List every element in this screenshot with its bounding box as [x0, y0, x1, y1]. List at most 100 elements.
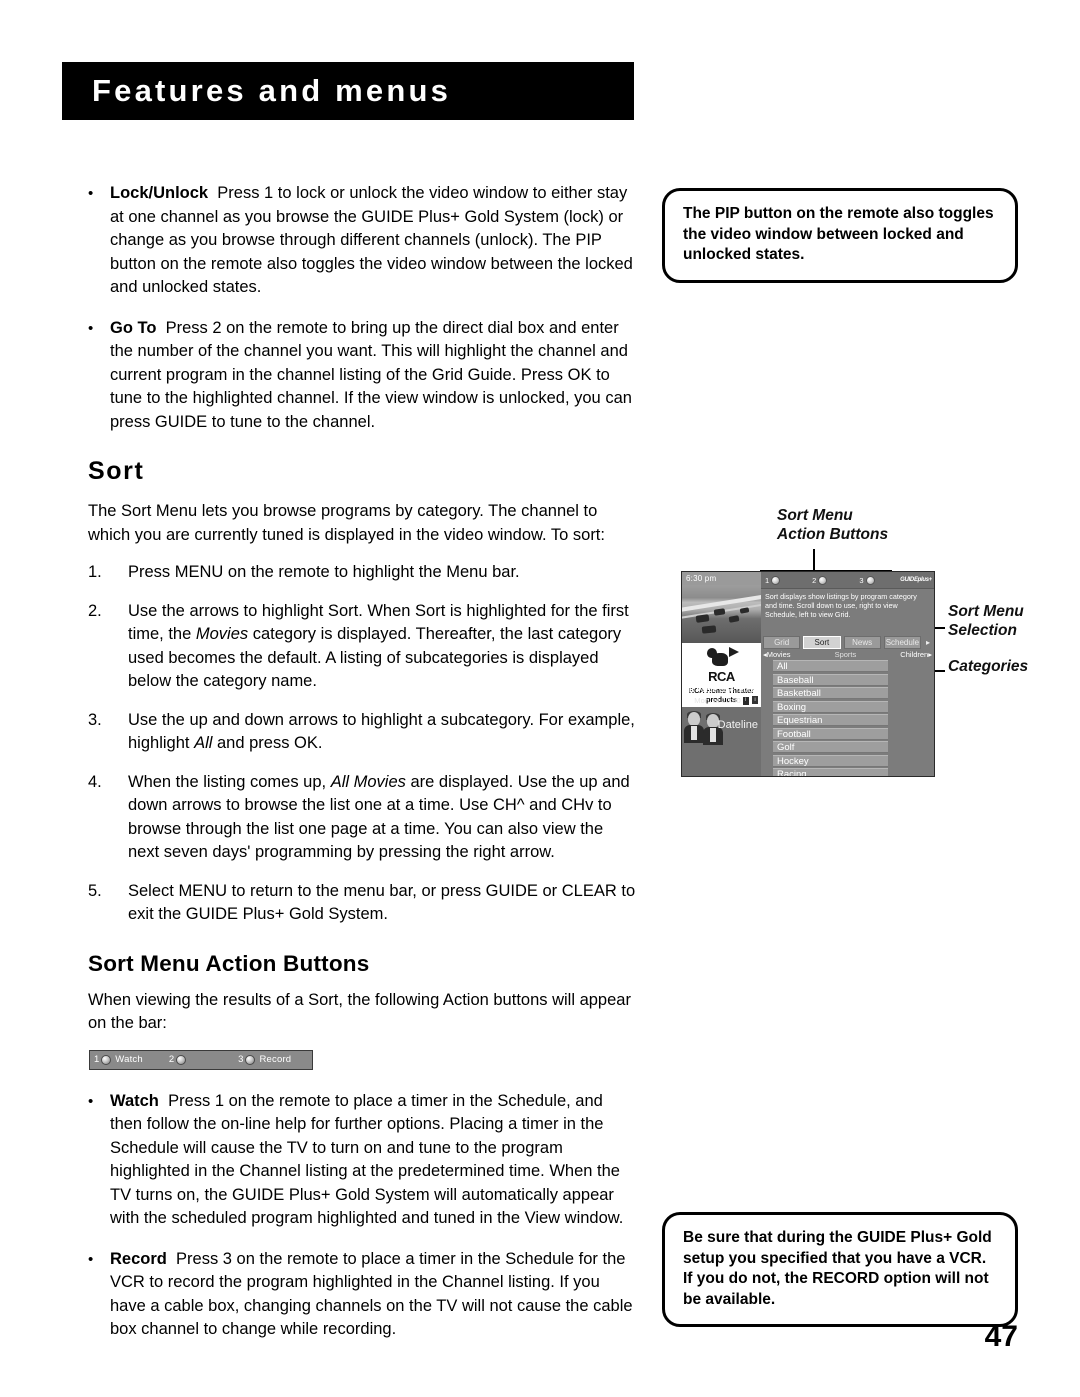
- promo-airtime-text: Mon. at 10:00: [694, 696, 741, 705]
- bullet-marker: •: [88, 185, 94, 202]
- chevron-right-icon[interactable]: ▸: [924, 638, 932, 647]
- tv-left-panel: 6:30 pm RCA RCA Home Theater products i: [682, 572, 761, 776]
- step-text-before: When the listing comes up,: [128, 772, 331, 791]
- info-badge-icon: i: [742, 697, 749, 705]
- step-emphasis: All Movies: [330, 772, 406, 791]
- main-content-column: • Lock/Unlock Press 1 to lock or unlock …: [88, 182, 636, 1359]
- motorcycle-icon: [728, 615, 740, 623]
- promo-headline: Air Force One retires: [683, 685, 760, 694]
- section-heading-action-buttons: Sort Menu Action Buttons: [88, 950, 370, 976]
- category-next-children[interactable]: Children▸: [900, 650, 932, 659]
- list-item[interactable]: Racing: [773, 768, 888, 776]
- list-item: 1. Press MENU on the remote to highlight…: [88, 561, 636, 585]
- tv-video-window: [682, 585, 761, 643]
- page-title: Features and menus: [92, 73, 452, 108]
- step-text: When the listing comes up, All Movies ar…: [128, 771, 636, 865]
- bullet-marker: •: [88, 319, 94, 337]
- list-item[interactable]: Basketball: [773, 687, 888, 699]
- callout-box-pip: The PIP button on the remote also toggle…: [662, 188, 1018, 283]
- tv-menu-bar: Grid Sort News Schedule ▸: [761, 635, 934, 649]
- action-button-number: 1: [94, 1054, 100, 1065]
- list-item[interactable]: Hockey: [773, 754, 888, 767]
- list-item: 3. Use the up and down arrows to highlig…: [88, 709, 636, 756]
- bullet-desc: Press 2 on the remote to bring up the di…: [110, 318, 632, 431]
- bullet-text: Go To Press 2 on the remote to bring up …: [110, 317, 636, 435]
- button-dot-icon: [101, 1054, 112, 1065]
- callout-box-vcr: Be sure that during the GUIDE Plus+ Gold…: [662, 1212, 1018, 1327]
- actions-intro-paragraph: When viewing the results of a Sort, the …: [88, 990, 631, 1033]
- button-dot-icon: [176, 1054, 187, 1065]
- list-item: • Watch Press 1 on the remote to place a…: [88, 1090, 636, 1231]
- action-button-number: 2: [168, 1054, 175, 1065]
- list-item: 5. Select MENU to return to the menu bar…: [88, 880, 636, 927]
- tv-clock: 6:30 pm: [682, 572, 761, 585]
- tv-action-button-1[interactable]: 1: [765, 575, 781, 585]
- person-silhouette-icon: [684, 711, 704, 743]
- bullet-list-bottom: • Watch Press 1 on the remote to place a…: [88, 1090, 636, 1342]
- step-text: Select MENU to return to the menu bar, o…: [128, 881, 636, 924]
- step-emphasis: Movies: [195, 625, 249, 643]
- action-button-watch: 1 Watch: [90, 1054, 143, 1065]
- tab-sort[interactable]: Sort: [803, 635, 841, 649]
- category-current-sports[interactable]: Sports: [835, 650, 857, 659]
- page-number: 47: [984, 1320, 1018, 1353]
- list-item[interactable]: Golf: [773, 741, 888, 753]
- action-button-number: 3: [238, 1054, 244, 1065]
- list-item[interactable]: Equestrian: [773, 714, 888, 726]
- callout-text: Be sure that during the GUIDE Plus+ Gold…: [683, 1229, 992, 1308]
- list-item[interactable]: Baseball: [773, 673, 888, 686]
- guide-plus-logo: GUIDEplus+: [900, 577, 932, 583]
- list-item: • Lock/Unlock Press 1 to lock or unlock …: [88, 182, 636, 300]
- action-button-record: 3 Record: [234, 1054, 291, 1065]
- category-prev-movies[interactable]: ◂Movies: [763, 650, 791, 659]
- action-button-bar-figure: 1 Watch 2 3 Record: [89, 1049, 313, 1070]
- action-button-label: Record: [259, 1054, 292, 1065]
- bullet-term: Watch: [110, 1091, 159, 1110]
- step-number: 4.: [88, 772, 102, 791]
- promo-title: Dateline: [717, 719, 758, 731]
- page-header-banner: Features and menus: [62, 62, 634, 120]
- step-number: 1.: [88, 563, 102, 581]
- bullet-marker: •: [88, 1250, 94, 1268]
- button-dot-icon: [818, 575, 828, 585]
- list-item: 2. Use the arrows to highlight Sort. Whe…: [88, 600, 636, 694]
- button-dot-icon: [865, 575, 875, 585]
- bullet-desc: Press 3 on the remote to place a timer i…: [110, 1249, 633, 1339]
- motorcycle-icon: [701, 625, 717, 634]
- list-item[interactable]: Boxing: [773, 700, 888, 713]
- tv-right-panel: 1 2 3 GUIDEplus+ Sort displays show list…: [761, 572, 934, 776]
- tv-action-number: 2: [812, 575, 817, 585]
- annotation-sort-menu-selection: Sort Menu Selection: [948, 603, 1024, 639]
- motorcycle-icon: [713, 608, 726, 616]
- tab-grid[interactable]: Grid: [763, 635, 801, 649]
- section-heading-sort: Sort: [88, 457, 145, 485]
- step-text: Use the arrows to highlight Sort. When S…: [128, 600, 636, 694]
- tv-action-button-3[interactable]: 3: [859, 575, 875, 585]
- button-dot-icon: [245, 1054, 256, 1065]
- motorcycle-icon: [739, 607, 750, 614]
- tab-schedule[interactable]: Schedule: [883, 635, 921, 649]
- bullet-term: Record: [110, 1249, 167, 1268]
- rca-logo-wordmark: RCA: [708, 669, 735, 684]
- tab-news[interactable]: News: [843, 635, 881, 649]
- rca-nipper-dog-icon: [705, 646, 739, 670]
- list-item: 4. When the listing comes up, All Movies…: [88, 771, 636, 865]
- motorcycle-icon: [695, 614, 710, 623]
- sort-steps-list: 1. Press MENU on the remote to highlight…: [88, 561, 636, 927]
- bullet-list-top: • Lock/Unlock Press 1 to lock or unlock …: [88, 182, 636, 434]
- bullet-text: Record Press 3 on the remote to place a …: [110, 1248, 636, 1342]
- list-item[interactable]: All: [773, 660, 888, 672]
- tv-action-number: 3: [859, 575, 864, 585]
- button-dot-icon: [771, 575, 781, 585]
- step-text: Press MENU on the remote to highlight th…: [128, 563, 520, 581]
- bullet-text: Lock/Unlock Press 1 to lock or unlock th…: [110, 182, 636, 300]
- list-item[interactable]: Football: [773, 727, 888, 740]
- tv-action-button-bar: 1 2 3 GUIDEplus+: [761, 572, 934, 589]
- sort-intro-paragraph: The Sort Menu lets you browse programs b…: [88, 502, 605, 544]
- annotation-action-buttons: Sort Menu Action Buttons: [777, 507, 889, 543]
- tv-action-button-2[interactable]: 2: [812, 575, 828, 585]
- tv-help-text: Sort displays show listings by program c…: [765, 592, 917, 620]
- tv-guide-screenshot-figure: 6:30 pm RCA RCA Home Theater products i: [681, 571, 935, 777]
- step-emphasis: All: [194, 734, 213, 752]
- action-button-label: Watch: [115, 1054, 143, 1065]
